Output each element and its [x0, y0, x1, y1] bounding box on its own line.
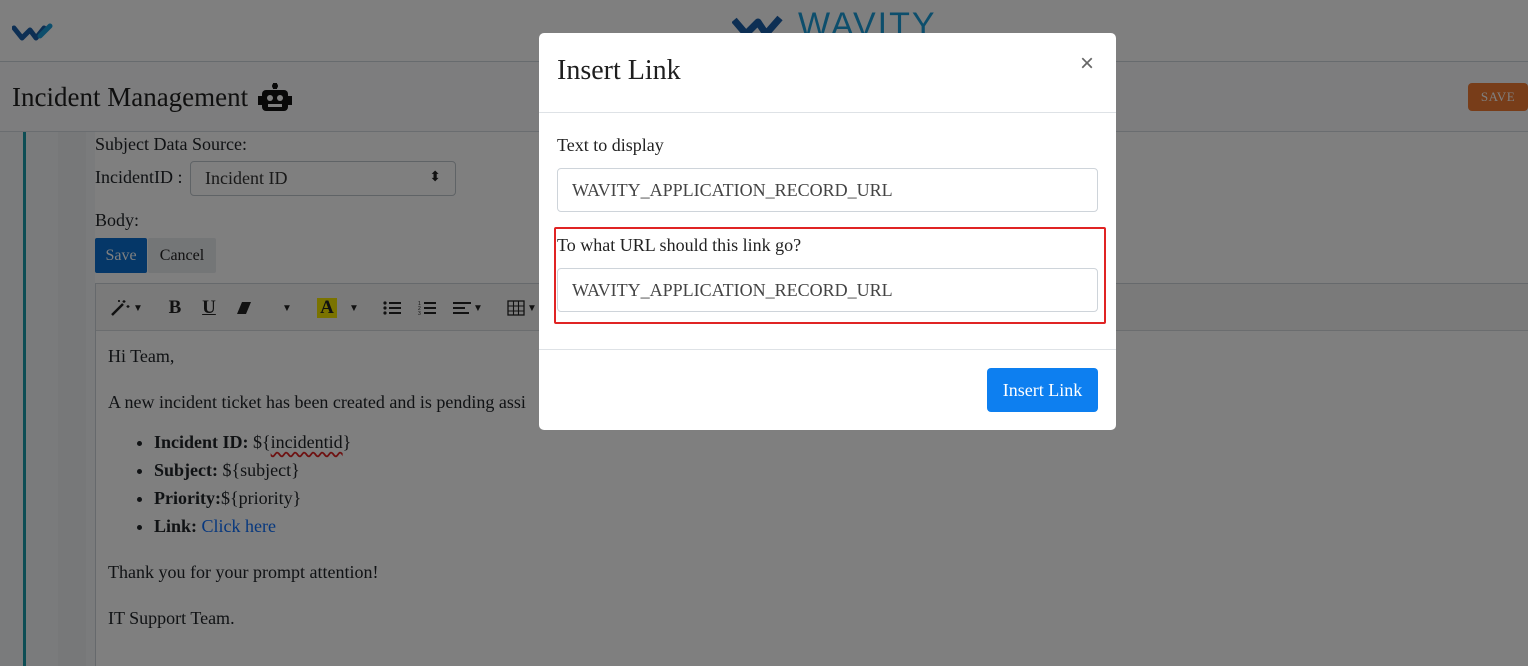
url-label: To what URL should this link go?	[557, 235, 802, 255]
insert-link-button[interactable]: Insert Link	[987, 368, 1098, 412]
close-icon[interactable]: ×	[1076, 50, 1098, 77]
text-to-display-input[interactable]	[557, 168, 1098, 212]
dialog-header-divider	[539, 112, 1116, 113]
insert-link-dialog: Insert Link × Text to display To what UR…	[539, 33, 1116, 430]
url-input[interactable]	[557, 268, 1098, 312]
dialog-title: Insert Link	[557, 55, 681, 86]
text-to-display-label: Text to display	[557, 135, 664, 155]
dialog-footer-divider	[539, 349, 1116, 350]
